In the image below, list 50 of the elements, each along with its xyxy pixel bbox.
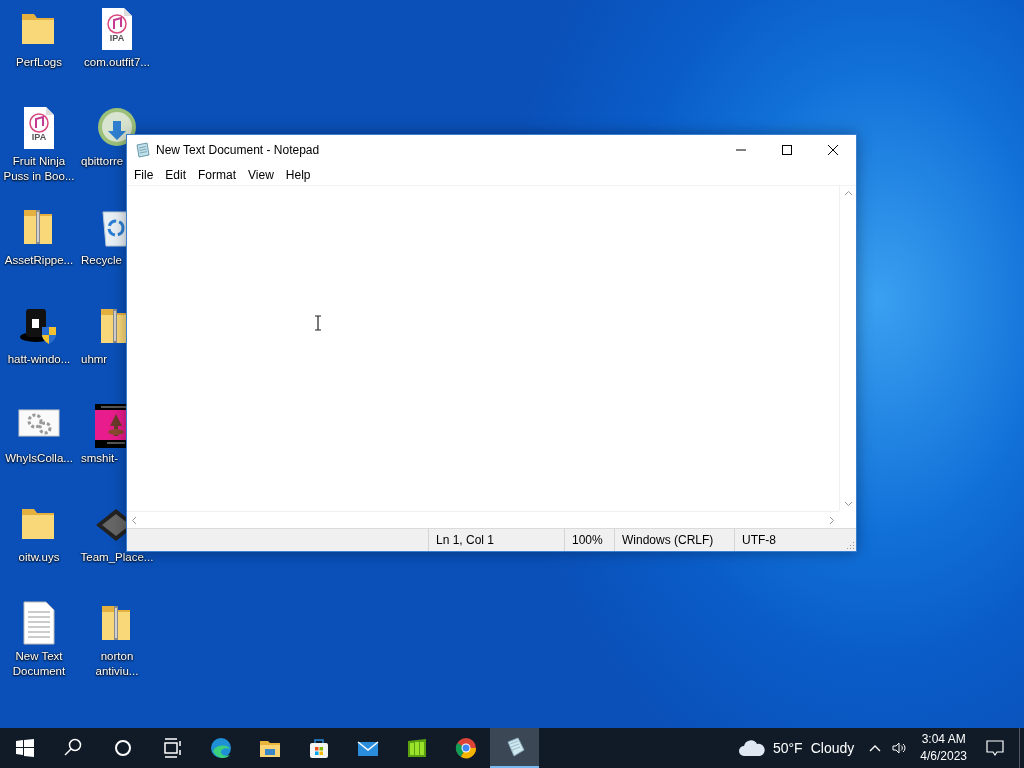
scroll-left-icon[interactable] xyxy=(130,515,139,525)
status-bar-field: 100% xyxy=(564,529,614,551)
text-cursor-icon xyxy=(314,315,322,331)
desktop-icon-label[interactable]: New Text Document xyxy=(2,649,76,679)
desktop-icon-label[interactable]: smshit- xyxy=(81,451,119,466)
scroll-up-icon[interactable] xyxy=(843,189,853,198)
desktop-icon-label[interactable]: com.outfit7... xyxy=(80,55,154,70)
vertical-scrollbar[interactable] xyxy=(839,186,856,511)
desktop-icon-label[interactable]: norton antiviu... xyxy=(80,649,154,679)
speaker-icon[interactable] xyxy=(892,741,907,755)
desktop-icon-label[interactable]: Fruit Ninja Puss in Boo... xyxy=(2,154,76,184)
browser-wave-icon xyxy=(209,737,232,759)
desktop-icon-label[interactable]: PerfLogs xyxy=(2,55,76,70)
scroll-down-icon[interactable] xyxy=(843,499,853,508)
desktop-icon-label[interactable]: Team_Place... xyxy=(80,550,154,565)
file-type-label: IPA xyxy=(108,33,126,43)
scroll-right-icon[interactable] xyxy=(827,515,836,525)
weather-condition[interactable]: Cloudy xyxy=(810,740,855,756)
desktop-icon-label[interactable]: uhmr xyxy=(81,352,108,367)
desktop-icon-label[interactable]: hatt-windo... xyxy=(2,352,76,367)
panels-icon xyxy=(405,737,428,759)
windows-logo-icon xyxy=(13,737,36,759)
horizontal-scrollbar[interactable] xyxy=(127,511,839,528)
browser-logo-icon xyxy=(454,737,477,759)
menu-item[interactable]: View xyxy=(243,166,279,184)
shopping-bag-icon xyxy=(307,737,330,759)
notification-icon[interactable] xyxy=(985,738,1005,758)
status-bar-field: Windows (CRLF) xyxy=(614,529,734,551)
clock-time[interactable]: 3:04 AM xyxy=(921,731,966,748)
status-bar-field: UTF-8 xyxy=(734,529,846,551)
menu-item[interactable]: Format xyxy=(193,166,242,184)
desktop-icon-label[interactable]: oitw.uys xyxy=(2,550,76,565)
clock-date[interactable]: 4/6/2023 xyxy=(920,748,967,765)
menu-item[interactable]: Help xyxy=(280,166,316,184)
resize-grip-icon[interactable] xyxy=(846,540,855,549)
notepad-icon xyxy=(135,142,151,158)
status-bar-field: Ln 1, Col 1 xyxy=(428,529,564,551)
window-title: New Text Document - Notepad xyxy=(156,143,321,157)
menu-item[interactable]: File xyxy=(129,166,159,184)
taskbar-app-button[interactable] xyxy=(490,728,539,768)
maximize-icon xyxy=(781,144,793,156)
temperature[interactable]: 50°F xyxy=(772,740,803,756)
close-icon xyxy=(827,144,839,156)
menu-item[interactable]: Edit xyxy=(160,166,192,184)
desktop-icon-label[interactable]: AssetRippe... xyxy=(2,253,76,268)
desktop-icon-label[interactable]: WhyIsColla... xyxy=(2,451,76,466)
file-type-label: IPA xyxy=(30,132,48,142)
desktop-icon-label[interactable]: Recycle xyxy=(81,253,122,268)
desktop-icon-label[interactable]: qbittorre xyxy=(81,154,124,169)
cloud-icon xyxy=(737,739,766,757)
